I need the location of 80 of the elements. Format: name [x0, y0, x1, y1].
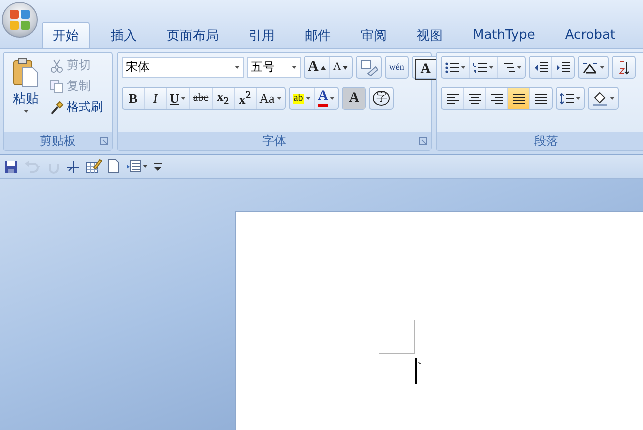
caret-icon: [461, 66, 466, 69]
office-logo-icon: [9, 9, 31, 31]
insertion-cursor-drawing: [379, 320, 421, 386]
ribbon-tab[interactable]: 视图: [402, 22, 458, 48]
clipboard-button[interactable]: 格式刷: [48, 98, 105, 117]
ribbon-tab[interactable]: 插入: [96, 22, 152, 48]
toolbar-button[interactable]: [4, 160, 18, 174]
bullet-list-icon: [445, 62, 459, 74]
subscript-button[interactable]: x$_{2}$: [212, 88, 235, 109]
scissors-icon: [50, 58, 64, 72]
underline-button[interactable]: U: [167, 88, 190, 109]
copy-icon: [50, 80, 64, 94]
caret-icon: [181, 97, 186, 100]
outdent-icon: [534, 62, 548, 74]
caret-icon: [576, 97, 581, 100]
ribbon-tab[interactable]: MathType: [458, 22, 550, 48]
phonetic-guide-button[interactable]: wén: [386, 57, 408, 78]
draw-table-icon: [66, 160, 80, 174]
caret-icon: [24, 110, 28, 113]
grow-font-button[interactable]: A: [305, 57, 330, 78]
save-icon: [4, 160, 18, 174]
toolbar-button[interactable]: [154, 162, 162, 170]
page-layout-icon: [126, 159, 148, 174]
table-pencil-icon: [86, 158, 102, 174]
ribbon-tab[interactable]: 页面布局: [152, 22, 234, 48]
paint-bucket-icon: [592, 92, 608, 106]
caret-icon: [489, 66, 494, 69]
character-shading-button[interactable]: A: [343, 88, 366, 109]
paste-button[interactable]: 粘贴: [8, 56, 44, 129]
bold-button[interactable]: B: [123, 88, 145, 109]
caret-icon: [610, 97, 615, 100]
group-label: 字体: [262, 132, 286, 150]
group-label: 剪贴板: [40, 132, 76, 150]
toolbar-button[interactable]: [66, 160, 80, 174]
clipboard-icon: [13, 58, 39, 88]
caret-icon: [306, 97, 312, 100]
eraser-icon: [360, 60, 378, 76]
line-spacing-icon: [560, 92, 574, 104]
multilevel-list-icon: [501, 62, 515, 74]
font-color-button[interactable]: A: [315, 88, 338, 109]
strikethrough-button[interactable]: abc: [190, 88, 213, 109]
group-label: 段落: [534, 132, 558, 150]
change-case-button[interactable]: Aa: [256, 88, 285, 109]
align-button[interactable]: [508, 88, 530, 109]
caret-icon: [235, 66, 240, 69]
caret-icon: [276, 97, 282, 100]
toolbar-button[interactable]: [86, 158, 102, 174]
ribbon-tab[interactable]: 审阅: [346, 22, 402, 48]
up-arrow-icon: [320, 66, 326, 70]
brush-icon: [50, 100, 64, 114]
down-arrow-icon: [343, 66, 348, 70]
ribbon-tab[interactable]: 引用: [234, 22, 290, 48]
font-name-field[interactable]: 宋体: [122, 57, 244, 78]
sort-icon: [618, 60, 630, 74]
office-button[interactable]: [2, 2, 38, 38]
undo-icon: [24, 160, 42, 174]
align-icon: [534, 92, 548, 104]
asian-layout-icon: [582, 62, 598, 74]
align-icon: [468, 92, 482, 104]
toolbar-button[interactable]: [108, 159, 120, 174]
ribbon-tab[interactable]: Acrobat: [550, 22, 631, 48]
superscript-button[interactable]: x$^{2}$: [234, 88, 257, 109]
highlight-button[interactable]: ab: [290, 88, 316, 109]
ribbon-tab[interactable]: 开始: [42, 22, 90, 48]
customize-caret-icon: [154, 162, 162, 170]
indent-icon: [556, 62, 570, 74]
new-page-icon: [108, 159, 120, 174]
align-icon: [490, 92, 504, 104]
caret-icon: [600, 66, 605, 69]
align-icon: [446, 92, 460, 104]
caret-icon: [330, 97, 336, 100]
align-icon: [512, 92, 526, 104]
caret-icon: [517, 66, 522, 69]
shrink-font-button[interactable]: A: [330, 57, 352, 78]
caret-icon: [292, 66, 297, 69]
toolbar-button[interactable]: [126, 159, 148, 174]
ribbon-tab[interactable]: 邮件: [290, 22, 346, 48]
font-size-field[interactable]: 五号: [247, 57, 301, 78]
italic-button[interactable]: I: [145, 88, 167, 109]
numbered-list-icon: [473, 62, 487, 74]
